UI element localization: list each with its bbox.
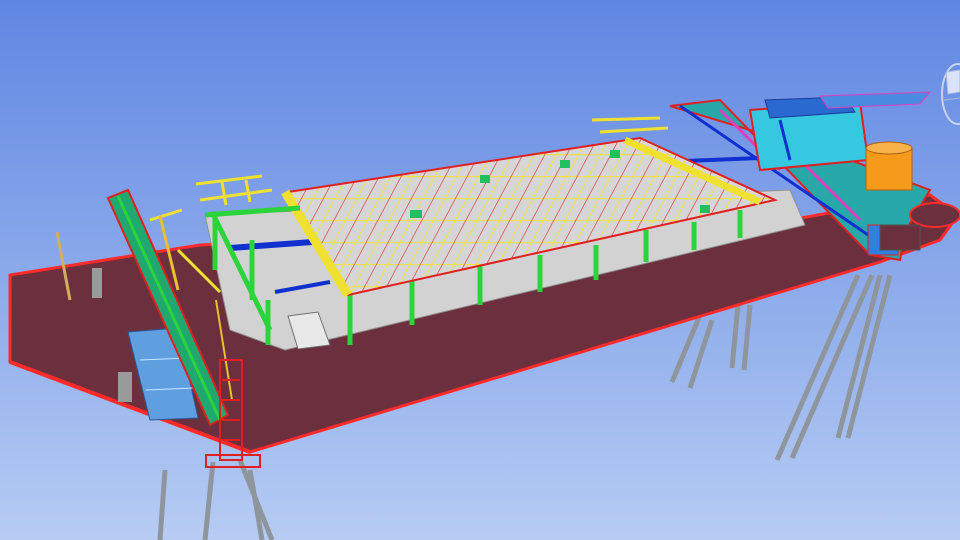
helideck[interactable] [909,202,960,228]
deck-equipment-block [92,268,102,298]
model-viewport[interactable] [0,0,960,540]
deck-equipment-block-2 [118,372,132,402]
right-deck-item [879,224,921,251]
structural-model-scene[interactable] [0,0,960,540]
viewcube-icon[interactable] [920,52,960,132]
storage-tank[interactable] [865,141,913,191]
